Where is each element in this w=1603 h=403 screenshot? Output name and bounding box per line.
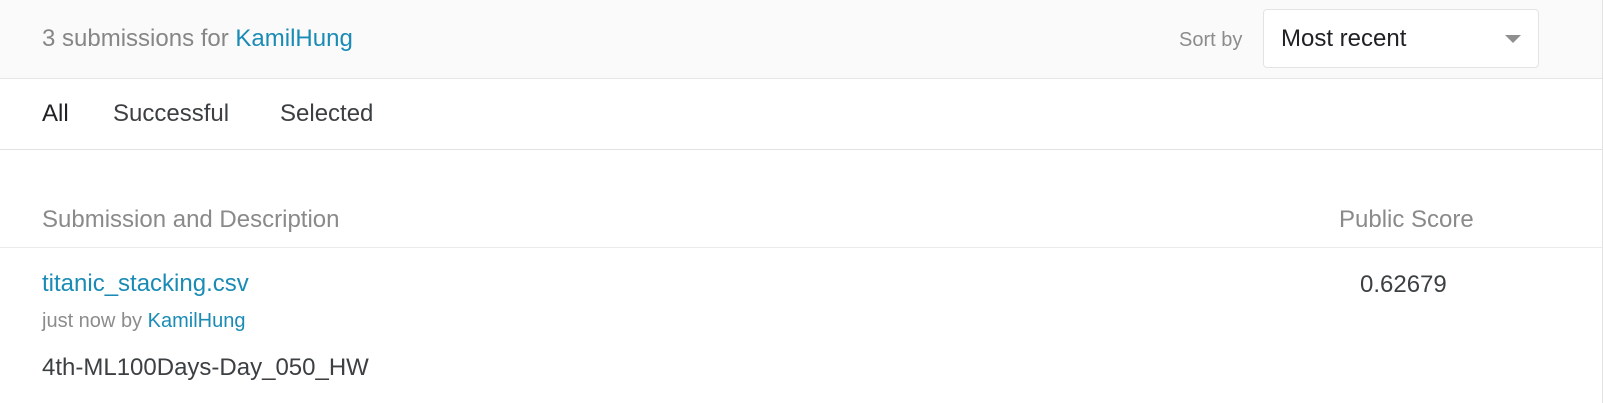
submissions-count-title: 3 submissions for KamilHung [42,24,353,54]
submission-description: 4th-ML100Days-Day_050_HW [42,354,369,381]
sort-select-dropdown[interactable]: Most recent [1263,9,1539,68]
submissions-header: 3 submissions for KamilHung Sort by Most… [0,0,1602,79]
header-user-link[interactable]: KamilHung [235,25,352,52]
tab-successful[interactable]: Successful [113,99,229,129]
column-header-submission: Submission and Description [42,206,340,233]
column-header-public-score[interactable]: Public Score [1339,205,1474,235]
tab-all[interactable]: All [42,99,69,129]
submission-file-link[interactable]: titanic_stacking.csv [42,269,249,299]
submission-user-link[interactable]: KamilHung [148,310,246,332]
chevron-down-icon [1505,35,1521,43]
submissions-count-text: 3 submissions for [42,25,229,52]
submission-filter-tabs: All Successful Selected [0,79,1602,150]
sort-by-label: Sort by [1179,29,1243,51]
sort-selected-value: Most recent [1281,25,1407,52]
submission-time: just now [42,310,116,332]
submission-by-label: by [120,310,143,332]
submission-meta: just now by KamilHung [42,309,245,333]
column-header-divider [0,247,1602,248]
tab-selected[interactable]: Selected [280,99,373,129]
submissions-page: 3 submissions for KamilHung Sort by Most… [0,0,1603,403]
submission-public-score: 0.62679 [1360,271,1447,298]
